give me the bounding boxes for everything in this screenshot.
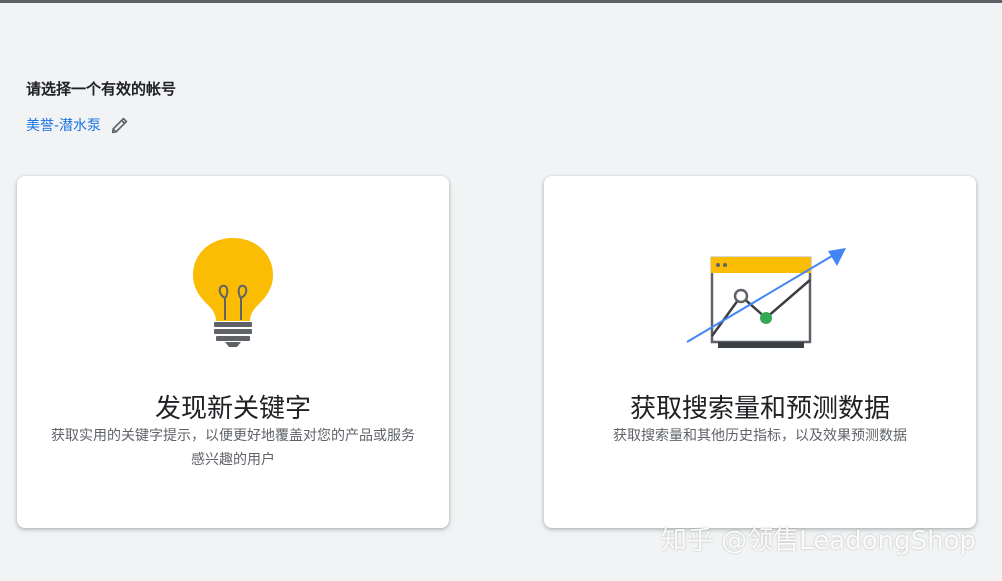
account-selector: 美誉-潜水泵 [26,114,131,136]
card-description: 获取搜索量和其他历史指标，以及效果预测数据 [613,428,907,444]
lightbulb-icon [193,238,273,347]
card-title: 获取搜索量和预测数据 [629,394,890,424]
card-title: 发现新关键字 [154,394,311,424]
search-volume-forecast-card[interactable]: 获取搜索量和预测数据 获取搜索量和其他历史指标，以及效果预测数据 [544,176,976,528]
account-name-link[interactable]: 美誉-潜水泵 [26,115,101,135]
watermark: 知乎 @领售LeadongShop [660,526,976,556]
top-divider [0,0,1002,3]
discover-keywords-card[interactable]: 发现新关键字 获取实用的关键字提示，以便更好地覆盖对您的产品或服务感兴趣的用户 [17,176,449,528]
pencil-icon[interactable] [109,114,131,136]
page-title: 请选择一个有效的帐号 [26,80,177,98]
growth-chart-icon [686,248,846,348]
card-description: 获取实用的关键字提示，以便更好地覆盖对您的产品或服务感兴趣的用户 [51,428,415,468]
